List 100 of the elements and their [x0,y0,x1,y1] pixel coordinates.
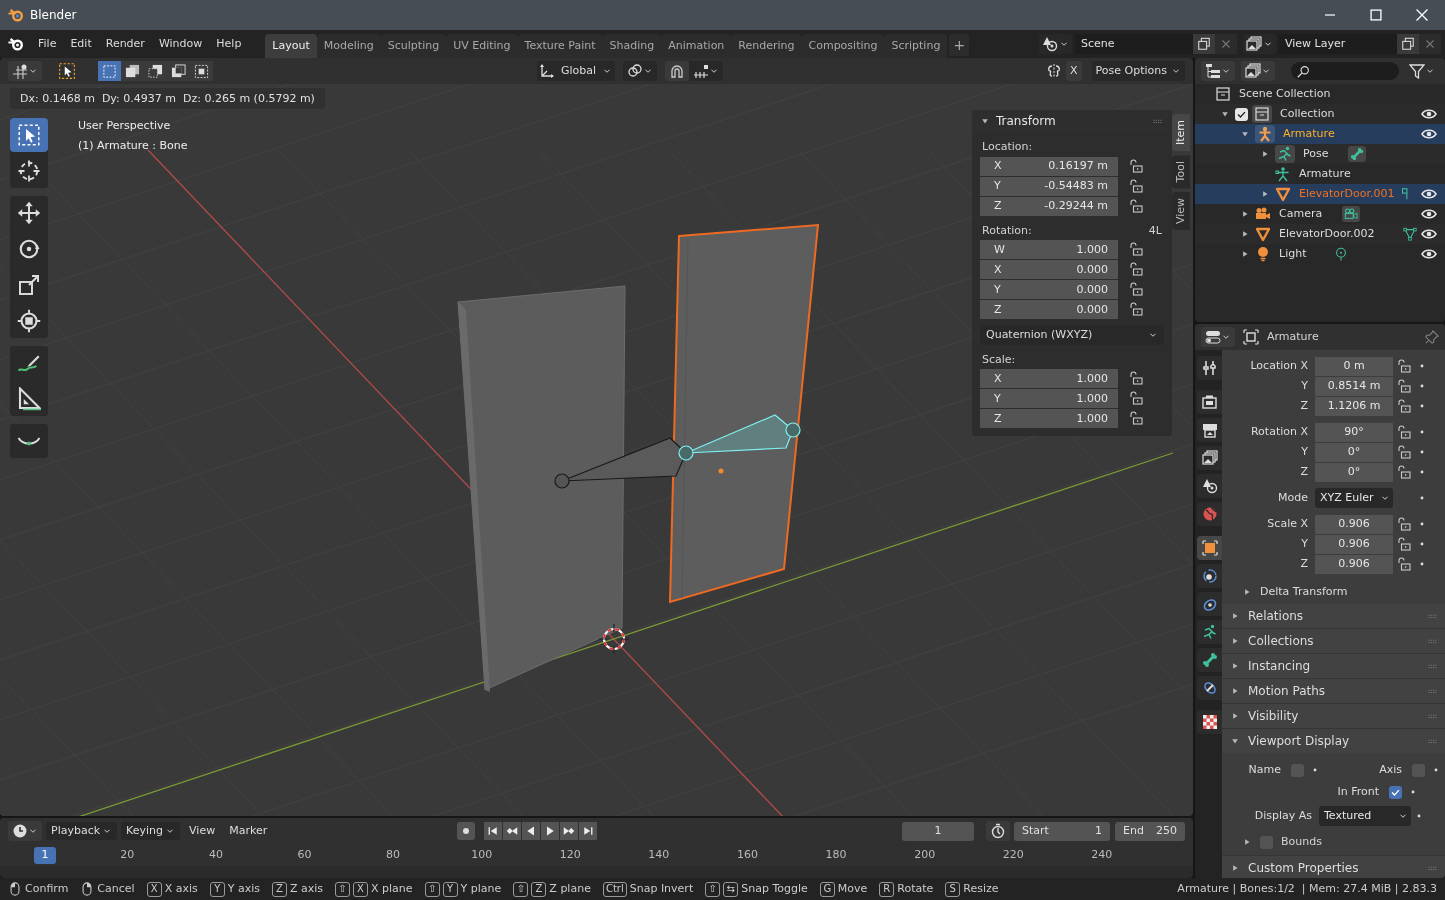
triangle-down-icon[interactable] [1240,129,1250,139]
number-field[interactable]: W 1.000 [980,239,1118,259]
number-field[interactable]: 0.906 [1315,534,1393,554]
number-field[interactable]: 0.906 [1315,514,1393,534]
triangle-right-icon[interactable] [1242,837,1252,847]
panel-header[interactable]: Custom Properties [1222,856,1445,878]
triangle-right-icon[interactable] [1260,189,1270,199]
panel-header[interactable]: Visibility [1222,704,1445,728]
number-field[interactable]: Y 0.000 [980,279,1118,299]
properties-tab[interactable] [1197,356,1222,380]
triangle-right-icon[interactable] [1260,149,1270,159]
sidebar-tab[interactable]: View [1172,192,1190,231]
properties-tab[interactable] [1197,446,1222,470]
number-field[interactable]: Y 1.000 [980,388,1118,408]
panel-header[interactable]: Motion Paths [1222,679,1445,703]
number-field[interactable]: 0 m [1315,356,1393,376]
subpanel-header[interactable]: Delta Transform [1222,580,1445,604]
number-field[interactable]: 1.1206 m [1315,396,1393,416]
mode-dropdown[interactable]: XYZ Euler [1315,488,1393,508]
number-field[interactable]: Z -0.29244 m [980,196,1118,216]
triangle-down-icon[interactable] [1220,109,1230,119]
view-layer-type-dropdown[interactable] [1243,34,1276,54]
properties-tab[interactable] [1197,676,1222,700]
play-button[interactable] [541,822,560,840]
menu-item[interactable]: Marker [224,822,273,840]
tree-item-label[interactable]: ElevatorDoor.002 [1279,227,1375,241]
display-mode-dropdown[interactable] [1241,61,1275,81]
previous-keyframe-button[interactable] [503,822,522,840]
properties-tab[interactable] [1197,710,1222,734]
menu-item[interactable]: Render [99,35,151,53]
number-field[interactable]: 0.906 [1315,554,1393,574]
display-as-dropdown[interactable]: Textured [1319,806,1411,826]
duplicate-button[interactable] [1193,34,1215,54]
sidebar-tab[interactable]: Tool [1172,155,1190,189]
remove-button[interactable] [1215,34,1237,54]
record-button[interactable] [457,822,476,840]
workspace-tab[interactable]: Sculpting [380,34,447,58]
checkbox[interactable] [1235,107,1248,121]
play-reverse-button[interactable] [522,822,541,840]
snap-target-dropdown[interactable] [688,61,723,81]
number-field[interactable]: 0.8514 m [1315,376,1393,396]
tree-item-label[interactable]: Armature [1283,127,1335,141]
jump-to-start-button[interactable] [484,822,503,840]
properties-tab[interactable] [1197,648,1222,672]
tree-item-label[interactable]: Scene Collection [1239,87,1331,101]
panel-header[interactable]: Relations [1222,604,1445,628]
duplicate-button[interactable] [1397,34,1419,54]
jump-to-end-button[interactable] [579,822,598,840]
tree-item-label[interactable]: Collection [1280,107,1335,121]
pivot-dropdown[interactable] [622,61,657,81]
workspace-tab[interactable]: Texture Paint [517,34,603,58]
number-field[interactable]: X 0.16197 m [980,156,1118,176]
menu-item[interactable]: Help [210,35,248,53]
triangle-right-icon[interactable] [1240,209,1250,219]
menu-dropdown[interactable]: Playback [46,822,118,840]
scene-name-field[interactable]: Scene [1075,34,1193,54]
panel-header[interactable]: Viewport Display [1222,729,1445,753]
sidebar-tab[interactable]: Item [1172,114,1190,152]
orientation-dropdown[interactable]: Global [536,61,615,81]
tree-item-label[interactable]: Pose [1303,147,1329,161]
properties-tab[interactable] [1197,474,1222,498]
workspace-tab[interactable]: Shading [602,34,662,58]
properties-tab[interactable] [1197,390,1222,414]
menu-item[interactable]: View [184,822,221,840]
checkbox[interactable] [1389,785,1402,799]
mirror-x-toggle[interactable]: X [1066,61,1082,81]
number-field[interactable]: Y -0.54483 m [980,176,1118,196]
add-workspace-button[interactable]: + [949,34,970,56]
workspace-tab[interactable]: Rendering [731,34,802,58]
start-frame-field[interactable]: Start 1 [1014,821,1110,841]
workspace-tab[interactable]: Scripting [884,34,948,58]
snap-toggle-button[interactable] [664,61,689,81]
workspace-tab[interactable]: Compositing [801,34,885,58]
search-field[interactable] [1291,62,1399,80]
properties-tab[interactable] [1197,620,1222,644]
number-field[interactable]: Z 0.000 [980,299,1118,319]
end-frame-field[interactable]: End 250 [1115,821,1185,841]
current-frame-field[interactable]: 1 [902,821,974,841]
workspace-tab[interactable]: UV Editing [446,34,518,58]
auto-start-toggle[interactable] [986,821,1010,841]
triangle-right-icon[interactable] [1240,249,1250,259]
tree-item-label[interactable]: Light [1279,247,1307,261]
number-field[interactable]: X 0.000 [980,259,1118,279]
menu-item[interactable]: Edit [64,35,98,53]
number-field[interactable]: 90° [1315,422,1393,442]
workspace-tab[interactable]: Modeling [316,34,381,58]
next-keyframe-button[interactable] [560,822,579,840]
pin-icon[interactable] [1425,330,1439,344]
menu-item[interactable]: Window [152,35,209,53]
number-field[interactable]: Z 1.000 [980,408,1118,428]
editor-type-dropdown[interactable] [1201,327,1235,347]
menu-item[interactable]: File [32,35,63,53]
menu-dropdown[interactable]: Keying [121,822,181,840]
tree-item-label[interactable]: Camera [1279,207,1323,221]
playhead-marker[interactable]: 1 [34,846,56,864]
remove-button[interactable] [1419,34,1441,54]
selection-mode-button[interactable] [121,61,144,81]
rotation-mode-dropdown[interactable]: Quaternion (WXYZ) [980,324,1164,345]
editor-type-dropdown[interactable] [1201,61,1235,81]
workspace-tab[interactable]: Layout [265,34,317,58]
